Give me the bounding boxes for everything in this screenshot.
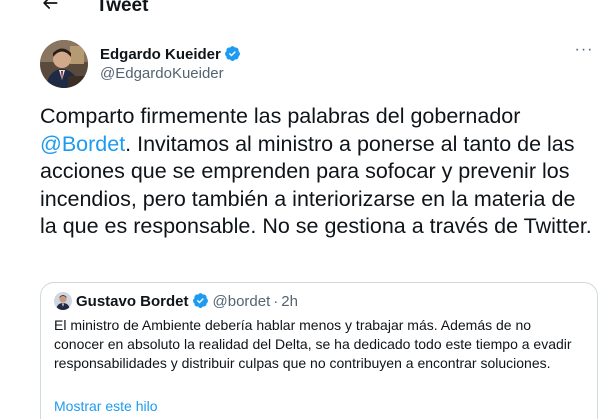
quoted-avatar [54, 292, 72, 310]
mention-link[interactable]: @Bordet [40, 132, 125, 156]
tweet-text-before: Comparto firmemente las palabras del gob… [40, 104, 521, 128]
page-title: Tweet [96, 0, 149, 16]
more-options-icon[interactable]: ··· [573, 42, 595, 60]
author-block: Edgardo Kueider @EdgardoKueider ··· [40, 40, 595, 90]
quoted-author-handle: @bordet [212, 293, 271, 310]
quoted-verified-badge-icon [192, 292, 209, 309]
separator-dot: · [273, 293, 279, 310]
quoted-tweet-text: El ministro de Ambiente debería hablar m… [54, 317, 572, 372]
back-arrow-icon[interactable] [40, 0, 60, 13]
quoted-author-name: Gustavo Bordet [76, 293, 189, 310]
author-handle[interactable]: @EdgardoKueider [100, 65, 224, 83]
show-thread-link[interactable]: Mostrar este hilo [54, 397, 157, 416]
quoted-tweet-header: Gustavo Bordet @bordet · 2h [54, 292, 298, 312]
page-header: Tweet [0, 0, 600, 20]
avatar[interactable] [40, 40, 88, 88]
author-name-text: Edgardo Kueider [100, 46, 221, 63]
verified-badge-icon [224, 45, 241, 62]
tweet-text: Comparto firmemente las palabras del gob… [40, 103, 596, 241]
quoted-tweet[interactable]: Gustavo Bordet @bordet · 2h El ministro de … [40, 282, 598, 419]
quoted-timestamp: 2h [281, 293, 298, 310]
author-name[interactable]: Edgardo Kueider [100, 45, 241, 64]
